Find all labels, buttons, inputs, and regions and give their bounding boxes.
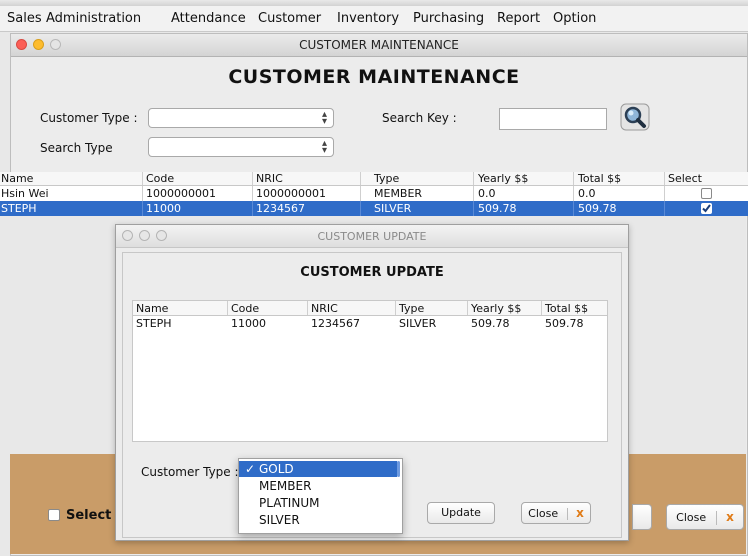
menu-report[interactable]: Report [497, 11, 540, 26]
hidden-button-edge[interactable] [632, 504, 652, 530]
search-type-label: Search Type [40, 141, 113, 155]
window-title: CUSTOMER MAINTENANCE [299, 38, 459, 52]
select-all-checkbox[interactable] [48, 509, 60, 521]
dropdown-option-silver[interactable]: SILVER [239, 512, 402, 528]
column-header-nric[interactable]: NRIC [311, 302, 338, 315]
column-header-code[interactable]: Code [146, 172, 174, 185]
updown-arrow-icon: ▴ ▾ [321, 109, 327, 127]
cell-code: 11000 [146, 202, 181, 215]
cell-yearly: 509.78 [478, 202, 517, 215]
cell-total: 509.78 [578, 202, 617, 215]
column-header-yearly[interactable]: Yearly $$ [471, 302, 521, 315]
customer-table-header: Name Code NRIC Type Yearly $$ Total $$ S… [0, 172, 748, 186]
dropdown-option-member[interactable]: MEMBER [239, 478, 402, 494]
menu-sales[interactable]: Sales [7, 11, 42, 26]
table-row[interactable]: STEPH 11000 1234567 SILVER 509.78 509.78 [133, 316, 607, 330]
search-key-input[interactable] [499, 108, 607, 130]
table-row[interactable]: Hsin Wei 1000000001 1000000001 MEMBER 0.… [0, 186, 748, 201]
row-select-checkbox-checked[interactable] [701, 203, 712, 214]
search-button[interactable] [620, 103, 650, 131]
close-x-icon: x [576, 506, 584, 520]
menubar: Sales Administration Attendance Customer… [0, 6, 748, 32]
table-row-selected[interactable]: STEPH 11000 1234567 SILVER 509.78 509.78 [0, 201, 748, 216]
customer-type-dropdown-menu[interactable]: ✓ GOLD MEMBER PLATINUM SILVER [238, 458, 403, 534]
column-header-total[interactable]: Total $$ [578, 172, 621, 185]
column-header-name[interactable]: Name [1, 172, 33, 185]
cell-total: 0.0 [578, 187, 596, 200]
cell-code: 11000 [231, 317, 266, 330]
cell-nric: 1000000001 [256, 187, 326, 200]
select-all-label: Select [66, 508, 112, 523]
dropdown-option-platinum[interactable]: PLATINUM [239, 495, 402, 511]
dialog-table: Name Code NRIC Type Yearly $$ Total $$ S… [132, 300, 608, 442]
cell-yearly: 509.78 [471, 317, 510, 330]
cell-type: SILVER [374, 202, 412, 215]
column-header-select[interactable]: Select [668, 172, 702, 185]
updown-arrow-icon: ▴ ▾ [321, 138, 327, 156]
menu-customer[interactable]: Customer [258, 11, 321, 26]
dropdown-scroll-indicator [397, 461, 400, 477]
column-header-type[interactable]: Type [399, 302, 424, 315]
search-key-label: Search Key : [382, 111, 457, 125]
main-close-button[interactable]: Close x [666, 504, 744, 530]
dialog-close-button[interactable]: Close x [521, 502, 591, 524]
close-x-icon: x [726, 510, 734, 524]
dialog-titlebar: CUSTOMER UPDATE [116, 225, 628, 248]
checkmark-icon [702, 204, 711, 213]
checkmark-icon: ✓ [245, 462, 256, 476]
menu-administration[interactable]: Administration [46, 11, 141, 26]
column-header-nric[interactable]: NRIC [256, 172, 283, 185]
cell-nric: 1234567 [256, 202, 305, 215]
magnifier-icon [620, 103, 650, 131]
dialog-table-header: Name Code NRIC Type Yearly $$ Total $$ [133, 301, 607, 316]
column-header-total[interactable]: Total $$ [545, 302, 588, 315]
dialog-heading: CUSTOMER UPDATE [300, 265, 444, 280]
dialog-customer-type-label: Customer Type : [141, 465, 239, 479]
customer-type-label: Customer Type : [40, 111, 138, 125]
page-title: CUSTOMER MAINTENANCE [228, 66, 520, 88]
menu-purchasing[interactable]: Purchasing [413, 11, 484, 26]
dialog-title: CUSTOMER UPDATE [317, 230, 427, 243]
menu-inventory[interactable]: Inventory [337, 11, 399, 26]
menu-option[interactable]: Option [553, 11, 596, 26]
cell-name: Hsin Wei [1, 187, 49, 200]
cell-nric: 1234567 [311, 317, 360, 330]
cell-type: SILVER [399, 317, 437, 330]
menu-attendance[interactable]: Attendance [171, 11, 246, 26]
cell-code: 1000000001 [146, 187, 216, 200]
cell-total: 509.78 [545, 317, 584, 330]
update-button[interactable]: Update [427, 502, 495, 524]
search-type-select[interactable]: ▴ ▾ [148, 137, 334, 157]
customer-type-select[interactable]: ▴ ▾ [148, 108, 334, 128]
cell-name: STEPH [136, 317, 172, 330]
column-header-name[interactable]: Name [136, 302, 168, 315]
column-header-yearly[interactable]: Yearly $$ [478, 172, 528, 185]
cell-name: STEPH [1, 202, 37, 215]
cell-yearly: 0.0 [478, 187, 496, 200]
dropdown-option-gold[interactable]: ✓ GOLD [239, 461, 397, 477]
row-select-checkbox[interactable] [701, 188, 712, 199]
window-titlebar: CUSTOMER MAINTENANCE [11, 34, 747, 57]
column-header-code[interactable]: Code [231, 302, 259, 315]
cell-type: MEMBER [374, 187, 423, 200]
column-header-type[interactable]: Type [374, 172, 399, 185]
